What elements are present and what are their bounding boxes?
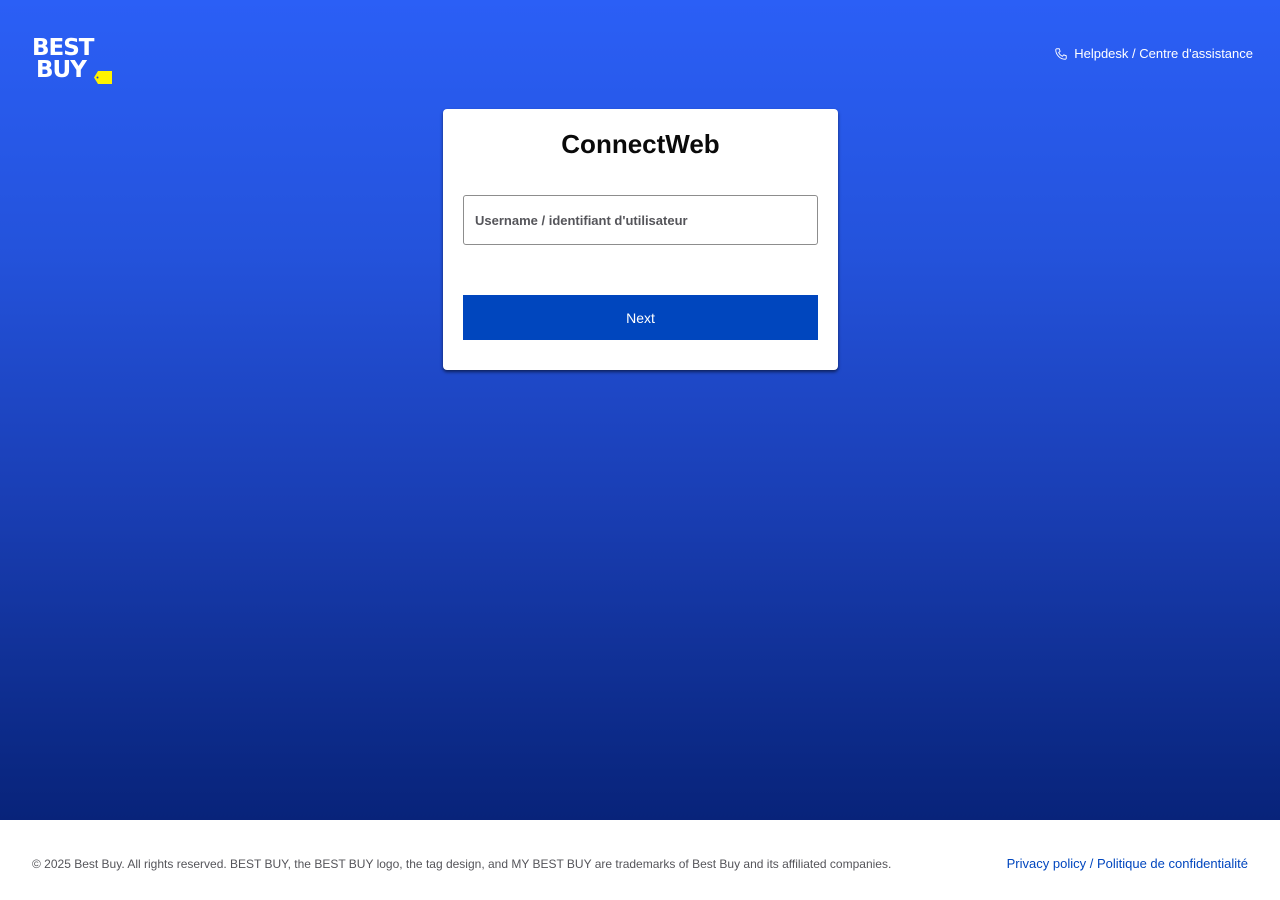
price-tag-icon (94, 71, 112, 84)
next-button[interactable]: Next (463, 295, 818, 340)
phone-icon (1055, 48, 1067, 60)
best-buy-logo[interactable]: BEST BUY (32, 37, 116, 87)
footer: © 2025 Best Buy. All rights reserved. BE… (0, 820, 1280, 900)
login-card: ConnectWeb Next (443, 109, 838, 370)
logo-wordmark: BEST BUY (32, 37, 94, 83)
helpdesk-label: Helpdesk / Centre d'assistance (1074, 45, 1253, 61)
username-input[interactable] (463, 195, 818, 245)
privacy-policy-link[interactable]: Privacy policy / Politique de confidenti… (1007, 856, 1248, 871)
hero-background: BEST BUY Helpdesk / Centre d'assistance … (0, 0, 1280, 820)
copyright-text: © 2025 Best Buy. All rights reserved. BE… (32, 857, 892, 871)
page-title: ConnectWeb (561, 129, 720, 159)
helpdesk-link[interactable]: Helpdesk / Centre d'assistance (1054, 45, 1253, 61)
logo-line2: BUY (36, 57, 87, 83)
